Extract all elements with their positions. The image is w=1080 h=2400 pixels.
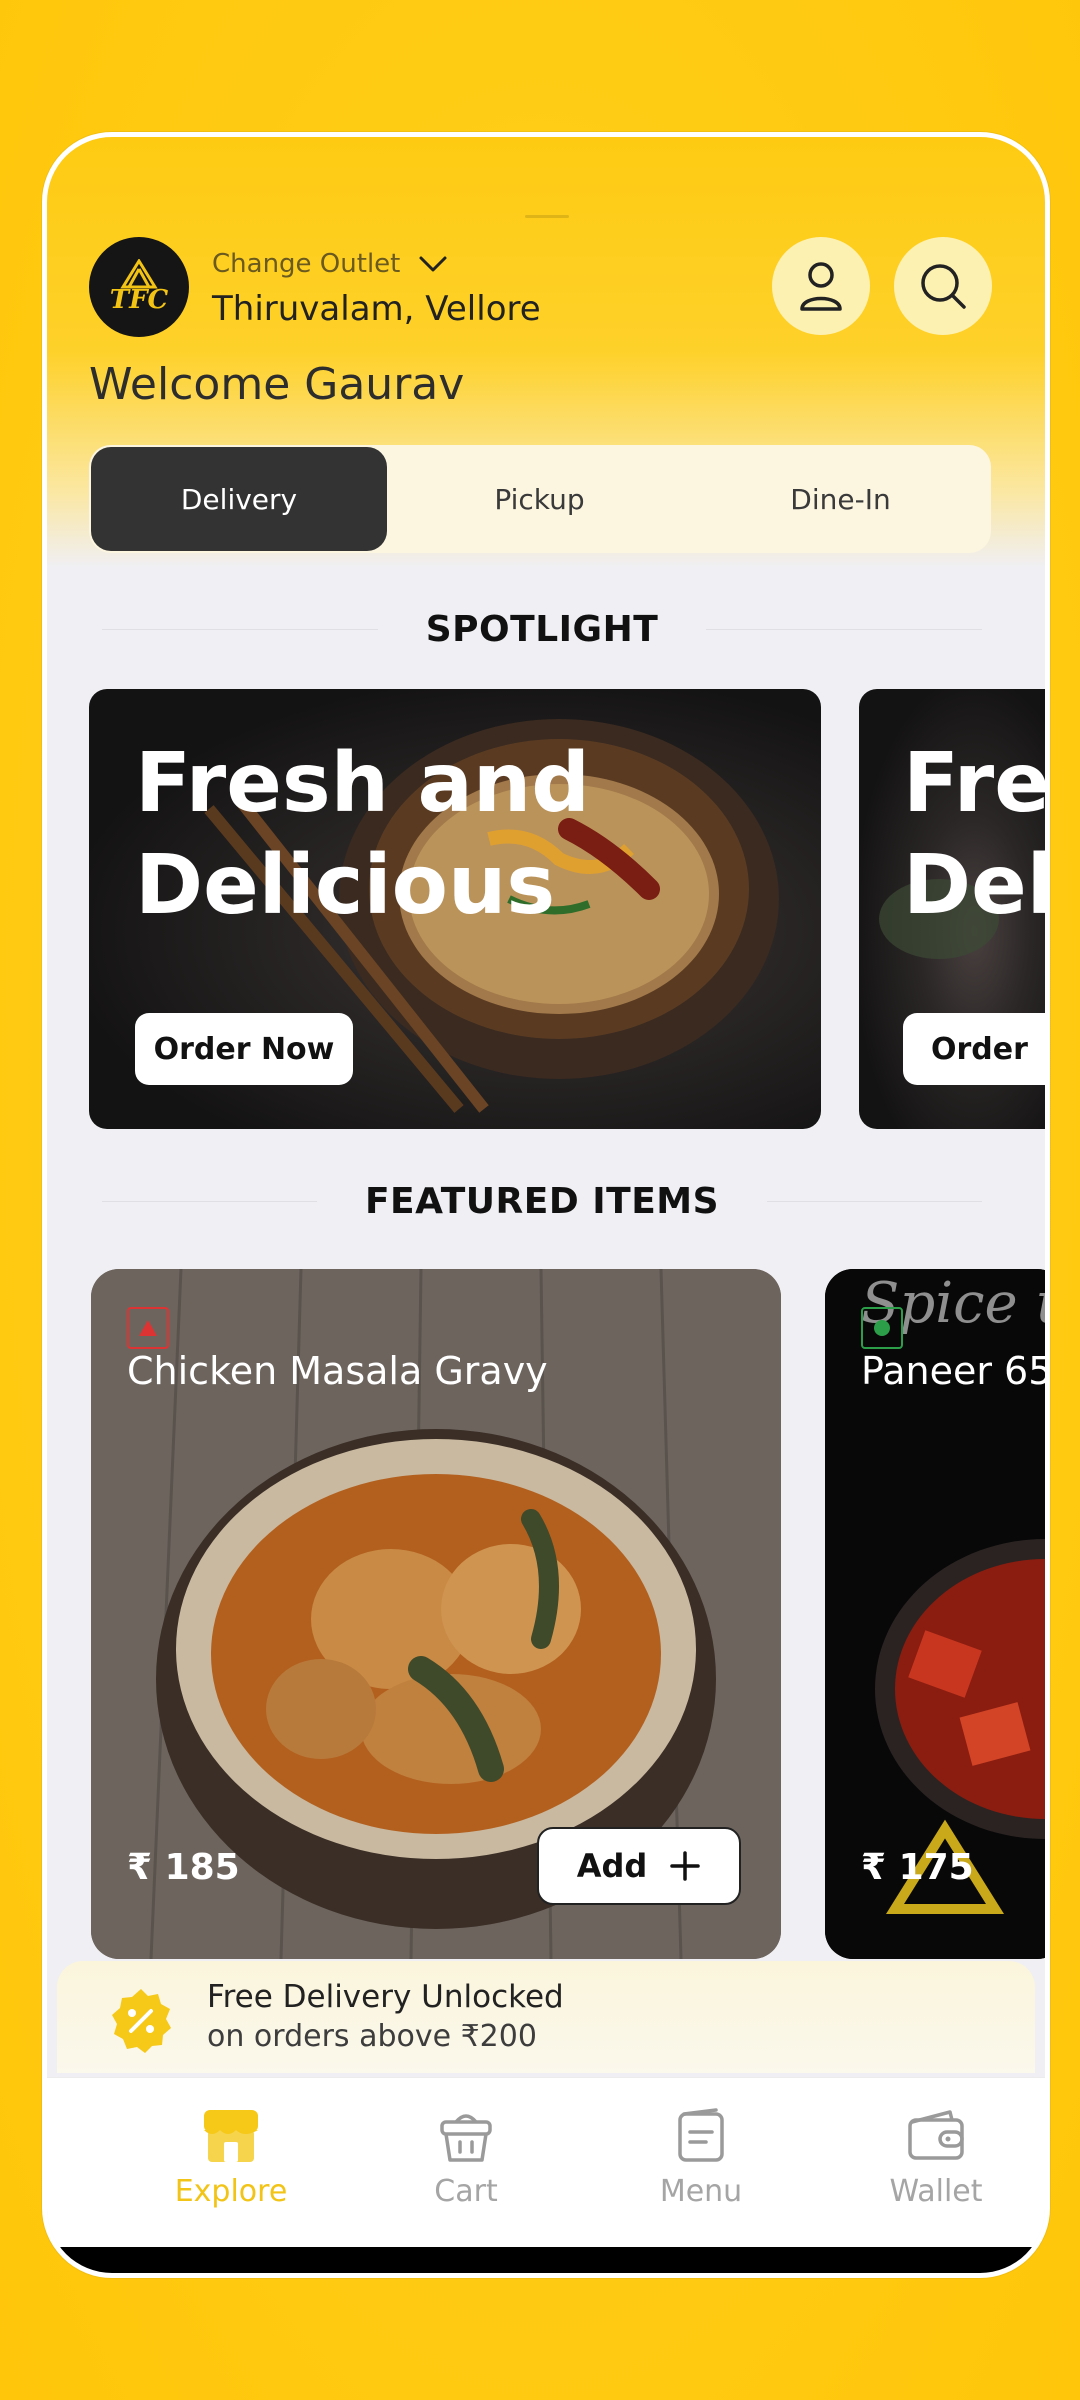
basket-icon — [440, 2114, 492, 2162]
banner-title: Fres Del — [903, 733, 1045, 937]
spotlight-banner[interactable]: Fresh and Delicious Order Now — [89, 689, 821, 1129]
order-now-button[interactable]: Order Now — [135, 1013, 353, 1085]
non-veg-indicator-icon — [127, 1307, 169, 1349]
outlet-name[interactable]: Thiruvalam, Vellore — [212, 289, 541, 329]
spotlight-banner[interactable]: Fres Del Order — [859, 689, 1045, 1129]
promo-title: Free Delivery Unlocked — [207, 1979, 564, 2015]
nav-wallet[interactable]: Wallet — [846, 2108, 1026, 2209]
search-icon — [921, 264, 966, 309]
add-to-cart-button[interactable]: Add — [537, 1827, 741, 1905]
divider — [102, 1201, 317, 1202]
divider — [706, 629, 983, 630]
add-label: Add — [576, 1847, 648, 1885]
profile-button[interactable] — [772, 237, 870, 335]
promo-subtitle: on orders above ₹200 — [207, 2019, 537, 2054]
divider — [767, 1201, 982, 1202]
phone-frame: TFC Change Outlet Thiruvalam, Vellore We… — [42, 132, 1050, 2278]
store-icon — [204, 2110, 258, 2162]
banner-title-line: Fresh and — [135, 736, 590, 831]
tab-dine-in[interactable]: Dine-In — [690, 445, 991, 553]
nav-explore[interactable]: Explore — [141, 2108, 321, 2209]
order-now-button[interactable]: Order — [903, 1013, 1045, 1085]
chevron-down-icon — [419, 256, 447, 272]
divider — [102, 629, 378, 630]
nav-label: Cart — [434, 2174, 498, 2209]
order-mode-tabs: Delivery Pickup Dine-In — [89, 445, 991, 553]
bottom-navigation: Explore Cart Menu Wallet — [47, 2077, 1045, 2248]
item-name: Paneer 65 — [861, 1349, 1050, 1393]
banner-title: Fresh and Delicious — [135, 733, 590, 937]
banner-title-line: Del — [903, 838, 1045, 933]
gesture-bar — [47, 2247, 1045, 2273]
wallet-icon — [908, 2110, 964, 2160]
featured-title: FEATURED ITEMS — [364, 1181, 720, 1222]
welcome-text: Welcome Gaurav — [89, 359, 465, 410]
discount-badge-icon — [112, 1989, 171, 2053]
user-icon — [800, 262, 842, 311]
logo-text: TFC — [109, 285, 169, 315]
brand-logo[interactable]: TFC — [89, 237, 189, 337]
plus-icon — [670, 1851, 701, 1881]
spotlight-title: SPOTLIGHT — [425, 609, 659, 650]
tab-delivery[interactable]: Delivery — [91, 447, 387, 551]
menu-book-icon — [678, 2108, 724, 2162]
nav-cart[interactable]: Cart — [376, 2108, 556, 2209]
featured-item-card[interactable]: Chicken Masala Gravy ₹ 185 Add — [91, 1269, 781, 1959]
spotlight-heading: SPOTLIGHT — [102, 609, 983, 650]
free-delivery-banner[interactable]: Free Delivery Unlocked on orders above ₹… — [57, 1961, 1035, 2073]
banner-title-line: Delicious — [135, 838, 556, 933]
item-price: ₹ 185 — [127, 1847, 240, 1888]
featured-heading: FEATURED ITEMS — [102, 1181, 982, 1222]
tab-pickup[interactable]: Pickup — [389, 445, 690, 553]
search-button[interactable] — [894, 237, 992, 335]
nav-menu[interactable]: Menu — [611, 2108, 791, 2209]
featured-item-card[interactable]: Spice u Paneer 65 ₹ 175 — [825, 1269, 1050, 1959]
veg-indicator-icon — [861, 1307, 903, 1349]
banner-title-line: Fres — [903, 736, 1045, 831]
nav-label: Menu — [659, 2174, 743, 2209]
nav-label: Explore — [174, 2174, 288, 2209]
change-outlet-label: Change Outlet — [212, 249, 401, 279]
nav-label: Wallet — [889, 2174, 983, 2209]
item-name: Chicken Masala Gravy — [127, 1349, 548, 1393]
change-outlet-button[interactable]: Change Outlet — [212, 249, 448, 279]
camera-notch — [525, 215, 569, 218]
item-price: ₹ 175 — [861, 1847, 974, 1888]
